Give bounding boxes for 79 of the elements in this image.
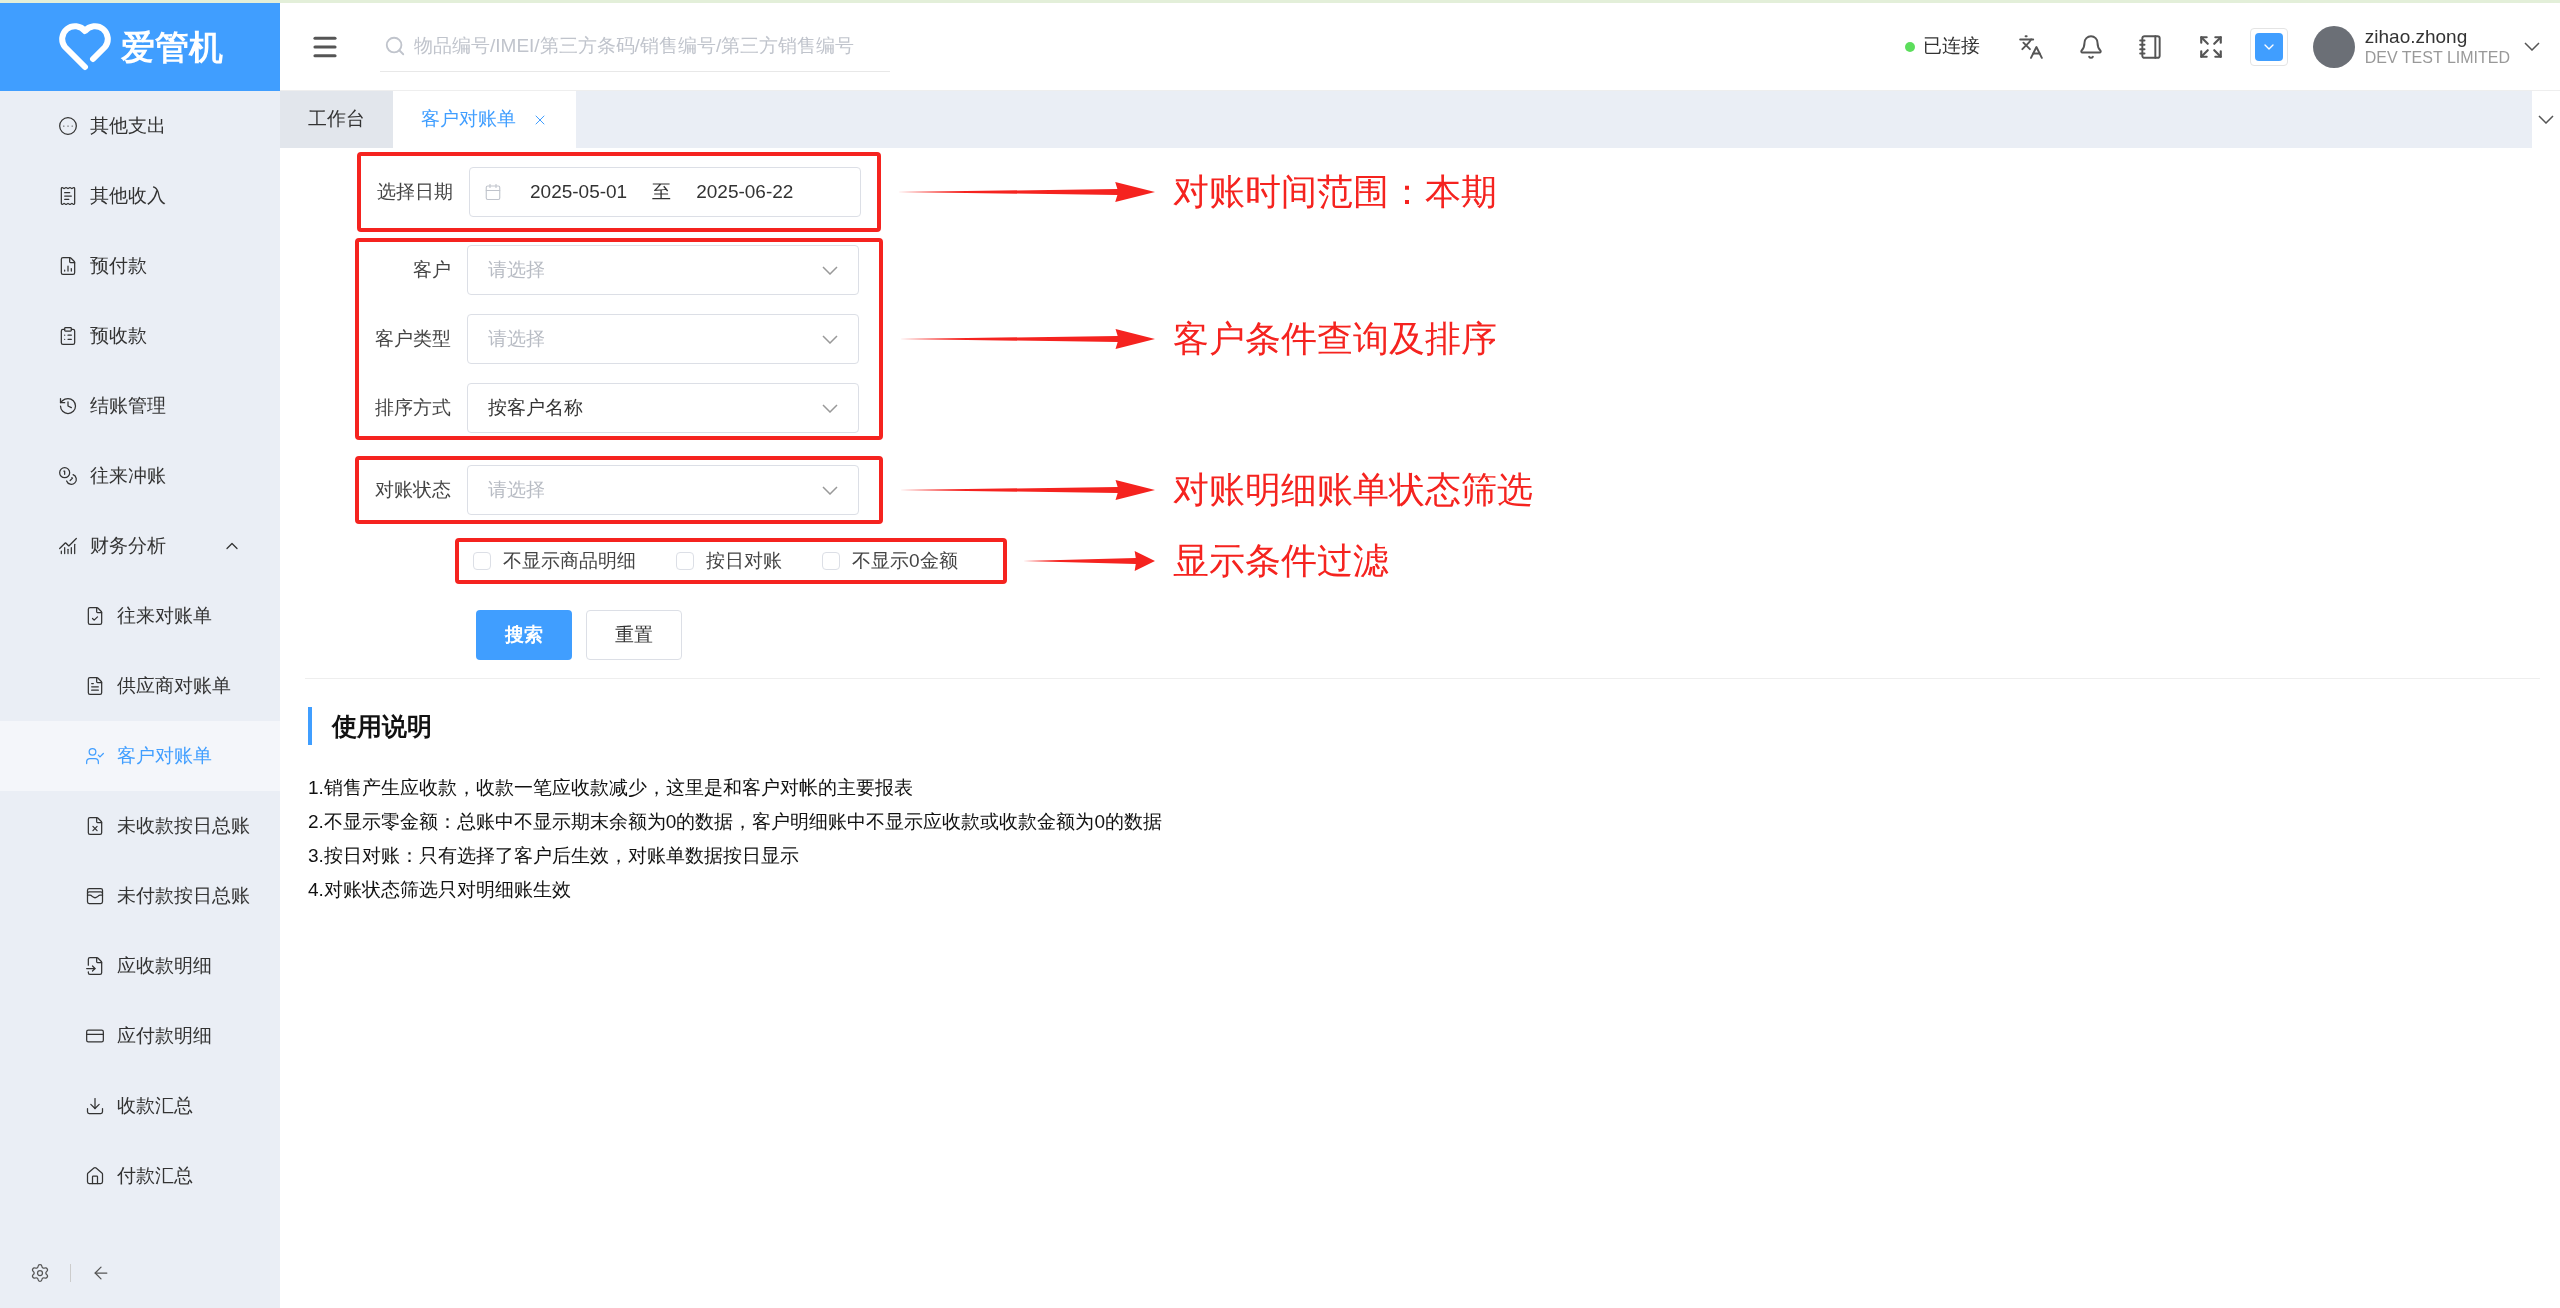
annotation-label: 显示条件过滤 [1173,539,1389,583]
sidebar-item[interactable]: 往来冲账 [0,441,280,511]
sidebar-item[interactable]: 其他收入 [0,161,280,231]
sidebar-item[interactable]: 预付款 [0,231,280,301]
start-date: 2025-05-01 [530,179,628,204]
sidebar-item[interactable]: 收款汇总 [0,1071,280,1141]
menu-item-icon [85,956,105,976]
translate-icon[interactable] [2017,33,2044,60]
notebook-icon[interactable] [2137,33,2164,60]
reset-button[interactable]: 重置 [586,610,682,660]
checkbox[interactable] [473,552,491,570]
menu-item-icon [58,396,78,416]
annotation-label: 对账时间范围：本期 [1173,170,1497,214]
menu-item-icon [85,1096,105,1116]
field-label: 对账状态 [375,478,451,500]
company-name: DEV TEST LIMITED [2364,48,2510,69]
checkbox-label: 按日对账 [706,548,782,573]
notification-icon[interactable] [2077,33,2104,60]
chevron-down-icon [822,334,838,344]
instruction-line: 2.不显示零金额：总账中不显示期末余额为0的数据，客户明细账中不显示应收款或收款金额为0的数据 [308,810,1163,834]
field-label: 选择日期 [377,180,453,202]
app-name: 爱管机 [121,26,223,68]
sidebar-group[interactable]: 财务分析 [0,511,280,581]
search-field[interactable]: 物品编号/IMEI/第三方条码/销售编号/第三方销售编号 [380,21,890,72]
dropdown-button[interactable] [2249,27,2288,66]
checkbox[interactable] [676,552,694,570]
field-label: 排序方式 [375,396,451,418]
chart-icon [58,536,78,556]
annotation-label: 对账明细账单状态筛选 [1173,468,1533,512]
menu-item-icon [58,326,78,346]
sidebar-item[interactable]: 应收款明细 [0,931,280,1001]
settings-icon[interactable] [30,1263,50,1283]
menu-item-icon [58,256,78,276]
tabs-dropdown[interactable] [2532,91,2560,148]
menu-item-icon [85,816,105,836]
sidebar-item[interactable]: 其他支出 [0,91,280,161]
menu-item-icon [85,746,105,766]
checkbox-label: 不显示商品明细 [503,548,636,573]
menu-item-icon [85,886,105,906]
search-icon [384,35,406,57]
section-heading: 使用说明 [308,707,2540,745]
instruction-line: 1.销售产生应收款，收款一笔应收款减少，这里是和客户对帐的主要报表 [308,776,914,800]
sidebar-item[interactable]: 付款汇总 [0,1141,280,1211]
checkbox-label: 不显示0金额 [852,548,958,573]
sidebar-item[interactable]: 预收款 [0,301,280,371]
user-name: zihao.zhong [2364,24,2469,49]
date-range-field[interactable]: 2025-05-01 至 2025-06-22 [469,167,861,217]
sidebar-item[interactable]: 未收款按日总账 [0,791,280,861]
calendar-icon [484,183,502,201]
select-field[interactable]: 按客户名称 [467,383,859,433]
field-label: 客户 [413,258,451,280]
menu-item-icon [85,606,105,626]
instruction-line: 3.按日对账：只有选择了客户后生效，对账单数据按日显示 [308,844,800,868]
range-separator: 至 [652,179,672,204]
chevron-down-icon [822,265,838,275]
chevron-down-icon [822,485,838,495]
sidebar-item[interactable]: 往来对账单 [0,581,280,651]
chevron-down-icon [2538,115,2554,124]
menu-item-icon [58,116,78,136]
sidebar-item[interactable]: 应付款明细 [0,1001,280,1071]
menu-item-icon [85,676,105,696]
sidebar-item[interactable]: 结账管理 [0,371,280,441]
menu-item-icon [58,466,78,486]
sidebar-item[interactable]: 供应商对账单 [0,651,280,721]
connection-status: 已连接 [1922,34,1980,59]
avatar[interactable] [2312,25,2355,68]
chevron-down-icon [822,403,838,413]
end-date: 2025-06-22 [696,179,794,204]
checkbox[interactable] [822,552,840,570]
menu-item-icon [58,186,78,206]
field-label: 客户类型 [375,327,451,349]
heart-logo-icon [57,23,113,71]
instruction-line: 4.对账状态筛选只对明细账生效 [308,878,572,902]
tab[interactable]: 工作台 [280,91,393,148]
menu-item-icon [85,1166,105,1186]
chevron-down-icon[interactable] [2524,42,2540,51]
sidebar-item[interactable]: 未付款按日总账 [0,861,280,931]
fullscreen-icon[interactable] [2197,33,2224,60]
annotation-label: 客户条件查询及排序 [1173,317,1497,361]
